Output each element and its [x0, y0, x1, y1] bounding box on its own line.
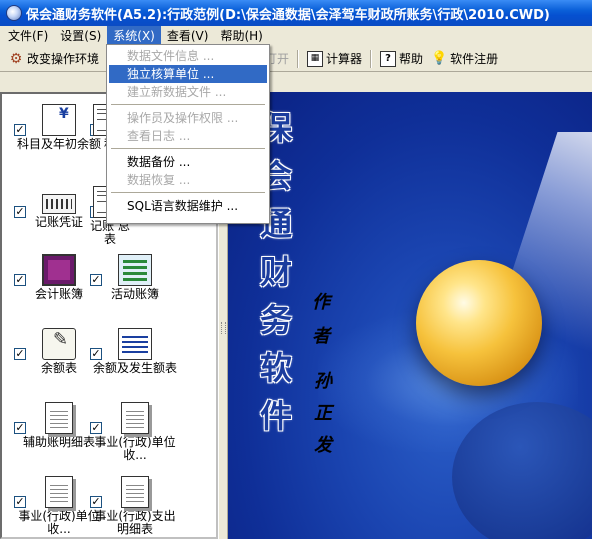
document-icon [45, 476, 73, 508]
change-env-label: 改变操作环境 [27, 52, 100, 66]
menu-independent-unit[interactable]: 独立核算单位 ... [109, 65, 267, 83]
register-label: 软件注册 [450, 52, 499, 66]
gear-icon: ⚙ [9, 50, 23, 67]
chart-icon [118, 328, 152, 360]
module-checkbox[interactable]: ✓ [14, 422, 26, 434]
splash-panel: 保会通财务软件 作者 孙正发 [228, 92, 592, 539]
help-icon: ? [380, 50, 397, 67]
menu-new-data-file[interactable]: 建立新数据文件 ... [109, 83, 267, 101]
book-icon [42, 254, 76, 286]
activity-icon [118, 254, 152, 286]
menu-help[interactable]: 帮助(H) [214, 26, 268, 46]
menu-separator [111, 192, 265, 193]
toolbar-separator [370, 49, 373, 68]
keyboard-icon [42, 194, 76, 214]
menu-separator [111, 148, 265, 149]
module-balance-activity[interactable]: ✓ 余额及发生额表 [90, 328, 180, 375]
menu-file[interactable]: 文件(F) [2, 26, 54, 46]
register-button[interactable]: 💡 软件注册 [427, 48, 502, 70]
menu-data-file-info[interactable]: 数据文件信息 ... [109, 47, 267, 65]
document-icon [45, 402, 73, 434]
menu-data-backup[interactable]: 数据备份 ... [109, 153, 267, 171]
module-checkbox[interactable]: ✓ [90, 274, 102, 286]
bulb-icon: 💡 [431, 50, 448, 66]
module-checkbox[interactable]: ✓ [14, 206, 26, 218]
module-checkbox[interactable]: ✓ [90, 496, 102, 508]
author-label: 作者 [312, 292, 330, 347]
scroll-icon [42, 328, 76, 360]
module-label: 事业(行政)支出明细表 [94, 509, 176, 536]
golden-ball-image [416, 260, 542, 386]
toolbar-separator [297, 49, 300, 68]
module-label: 活动账簿 [110, 287, 159, 301]
menu-system[interactable]: 系统(X) [107, 26, 161, 46]
menu-separator [111, 104, 265, 105]
module-checkbox[interactable]: ✓ [14, 496, 26, 508]
menu-settings[interactable]: 设置(S) [54, 26, 107, 46]
module-expense-detail[interactable]: ✓ 事业(行政)支出明细表 [90, 476, 180, 536]
module-checkbox[interactable]: ✓ [14, 274, 26, 286]
splitter-grip[interactable] [221, 322, 226, 334]
module-checkbox[interactable]: ✓ [14, 348, 26, 360]
toolbar: ⚙ 改变操作环境 打开 ▦ 计算器 ? 帮助 💡 软件注册 [0, 46, 592, 72]
help-button[interactable]: ? 帮助 [376, 48, 427, 70]
menu-view-log[interactable]: 查看日志 ... [109, 127, 267, 145]
module-label: 余额及发生额表 [92, 361, 177, 375]
document-icon [121, 476, 149, 508]
menu-operator-permissions[interactable]: 操作员及操作权限 ... [109, 109, 267, 127]
ledger-pen-icon [42, 104, 76, 136]
module-label: 事业(行政)单位收... [94, 435, 176, 462]
window-title: 保会通财务软件(A5.2):行政范例(D:\保会通数据\会泽驾车财政所账务\行政… [26, 7, 550, 23]
calculator-button[interactable]: ▦ 计算器 [303, 48, 366, 70]
app-icon[interactable] [6, 5, 22, 21]
module-checkbox[interactable]: ✓ [14, 124, 26, 136]
calculator-label: 计算器 [326, 52, 363, 66]
module-unit-income[interactable]: ✓ 事业(行政)单位收... [90, 402, 180, 462]
author-name: 孙正发 [314, 371, 332, 456]
title-bar[interactable]: 保会通财务软件(A5.2):行政范例(D:\保会通数据\会泽驾车财政所账务\行政… [0, 0, 592, 26]
system-menu-dropdown: 数据文件信息 ... 独立核算单位 ... 建立新数据文件 ... 操作员及操作… [106, 44, 270, 224]
document-icon [121, 402, 149, 434]
menu-sql-maintenance[interactable]: SQL语言数据维护 ... [109, 197, 267, 215]
menu-bar: 文件(F) 设置(S) 系统(X) 查看(V) 帮助(H) [0, 26, 592, 46]
calculator-icon: ▦ [307, 50, 324, 67]
module-checkbox[interactable]: ✓ [90, 422, 102, 434]
menu-view[interactable]: 查看(V) [161, 26, 215, 46]
menu-data-restore[interactable]: 数据恢复 ... [109, 171, 267, 189]
module-checkbox[interactable]: ✓ [90, 348, 102, 360]
change-env-button[interactable]: ⚙ 改变操作环境 [4, 48, 103, 70]
help-label: 帮助 [399, 52, 424, 66]
module-activity-ledgers[interactable]: ✓ 活动账簿 [90, 254, 180, 301]
